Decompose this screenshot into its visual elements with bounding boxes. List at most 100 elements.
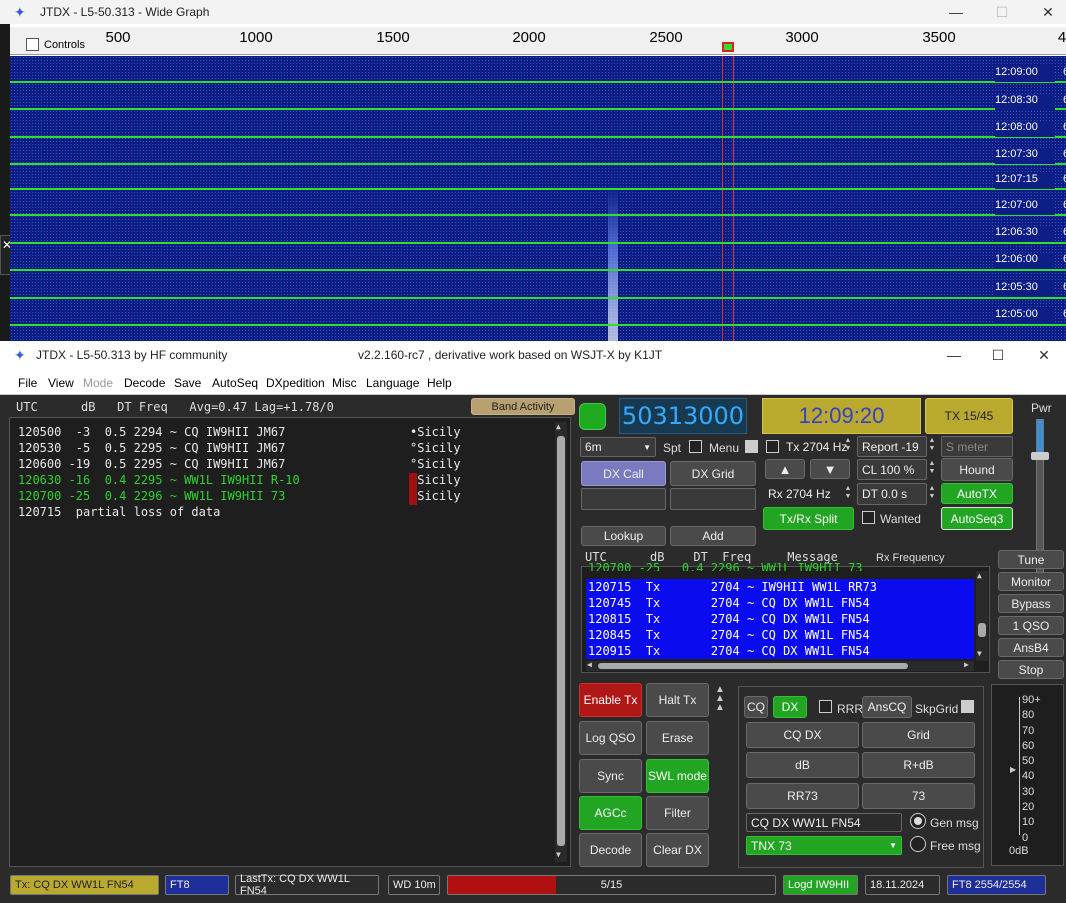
report-field[interactable]: Report -19 bbox=[857, 436, 927, 457]
dx-grid-button[interactable]: DX Grid bbox=[670, 461, 756, 486]
decode-row[interactable]: 120530 -5 0.5 2295 ~ CQ IW9HII JM67 °Sici… bbox=[18, 441, 461, 455]
gen-msg-radio[interactable] bbox=[910, 813, 926, 829]
free-msg-select[interactable]: TNX 73 ▼ bbox=[746, 836, 902, 855]
clear-dx-button[interactable]: Clear DX bbox=[646, 833, 709, 867]
menu-checkbox[interactable] bbox=[745, 440, 758, 453]
stop-button[interactable]: Stop bbox=[998, 660, 1064, 679]
tx-lock-checkbox[interactable] bbox=[766, 440, 779, 453]
dx-call-button[interactable]: DX Call bbox=[581, 461, 666, 486]
menu-mode[interactable]: Mode bbox=[83, 376, 113, 390]
tx-row[interactable]: 120715 Tx 2704 ~ IW9HII WW1L RR73 bbox=[588, 580, 877, 594]
spt-checkbox[interactable] bbox=[689, 440, 702, 453]
rx-frequency-field[interactable]: Rx 2704 Hz bbox=[764, 483, 850, 505]
up-arrow-button[interactable]: ▲ bbox=[765, 459, 805, 479]
bypass-button[interactable]: Bypass bbox=[998, 594, 1064, 613]
scroll-left-icon[interactable]: ◀ bbox=[587, 660, 592, 669]
hound-button[interactable]: Hound bbox=[941, 458, 1013, 481]
cl-spinner[interactable]: ▲ ▼ bbox=[926, 460, 938, 476]
controls-checkbox[interactable] bbox=[26, 38, 39, 51]
power-handle[interactable] bbox=[1031, 452, 1049, 460]
cl-field[interactable]: CL 100 % bbox=[857, 459, 927, 480]
gen-msg-field[interactable]: CQ DX WW1L FN54 bbox=[746, 813, 902, 832]
r-db-button[interactable]: R+dB bbox=[862, 752, 975, 778]
decode-row[interactable]: 120630 -16 0.4 2295 ~ WW1L IW9HII R-10 •S… bbox=[18, 473, 461, 487]
tx-row[interactable]: 120845 Tx 2704 ~ CQ DX WW1L FN54 bbox=[588, 628, 870, 642]
log-qso-button[interactable]: Log QSO bbox=[579, 721, 642, 755]
frequency-scale[interactable]: Controls 500 1000 1500 2000 2500 3000 35… bbox=[10, 27, 1066, 55]
decode-row[interactable]: 120700 -25 0.4 2296 ~ WW1L IW9HII 73 °Sic… bbox=[18, 489, 461, 503]
scroll-right-icon[interactable]: ▶ bbox=[964, 660, 969, 669]
scroll-down-icon[interactable]: ▼ bbox=[556, 850, 561, 859]
close-icon[interactable]: ✕ bbox=[1026, 0, 1066, 24]
monitor-button[interactable]: Monitor bbox=[998, 572, 1064, 591]
enable-tx-button[interactable]: Enable Tx bbox=[579, 683, 642, 717]
scroll-up-icon[interactable]: ▲ bbox=[977, 571, 982, 580]
dx-call-input[interactable] bbox=[581, 488, 666, 510]
decode-row[interactable]: 120500 -3 0.5 2294 ~ CQ IW9HII JM67 •Sici… bbox=[18, 425, 461, 439]
tx-row[interactable]: 120915 Tx 2704 ~ CQ DX WW1L FN54 bbox=[588, 644, 870, 658]
lookup-button[interactable]: Lookup bbox=[581, 526, 666, 546]
down-arrow-button[interactable]: ▼ bbox=[810, 459, 850, 479]
waterfall-display[interactable]: 12:09:006m 12:08:306m 12:08:006m 12:07:3… bbox=[10, 56, 1066, 345]
autotx-button[interactable]: AutoTX bbox=[941, 483, 1013, 504]
tx-frequency-marker[interactable] bbox=[722, 42, 734, 52]
dt-field[interactable]: DT 0.0 s bbox=[857, 483, 927, 505]
anscq-button[interactable]: AnsCQ bbox=[862, 696, 912, 718]
report-spinner[interactable]: ▲ ▼ bbox=[926, 437, 938, 453]
minimize-icon[interactable]: — bbox=[932, 343, 976, 367]
dial-frequency[interactable]: 50313000 bbox=[619, 398, 747, 434]
sync-button[interactable]: Sync bbox=[579, 759, 642, 793]
band-select[interactable]: 6m ▼ bbox=[580, 437, 656, 457]
tab-arrows-icon[interactable]: ▲ ▲ ▲ bbox=[715, 685, 725, 713]
maximize-icon[interactable]: ☐ bbox=[976, 343, 1020, 367]
autoseq3-button[interactable]: AutoSeq3 bbox=[941, 507, 1013, 530]
swl-mode-button[interactable]: SWL mode bbox=[646, 759, 709, 793]
tx-counter[interactable]: TX 15/45 bbox=[925, 398, 1013, 434]
txrx-split-button[interactable]: Tx/Rx Split bbox=[763, 507, 854, 530]
ansb4-button[interactable]: AnsB4 bbox=[998, 638, 1064, 657]
db-button[interactable]: dB bbox=[746, 752, 859, 778]
tx-frequency-field[interactable]: Tx 2704 Hz bbox=[782, 436, 850, 457]
menu-misc[interactable]: Misc bbox=[332, 376, 357, 390]
close-icon[interactable]: ✕ bbox=[1022, 343, 1066, 367]
scrollbar-thumb[interactable] bbox=[557, 436, 565, 846]
tune-button[interactable]: Tune bbox=[998, 550, 1064, 569]
menu-save[interactable]: Save bbox=[174, 376, 201, 390]
band-scrollbar[interactable]: ▲ ▼ bbox=[555, 422, 567, 862]
rr73-button[interactable]: RR73 bbox=[746, 783, 859, 809]
agcc-button[interactable]: AGCc bbox=[579, 796, 642, 830]
tx-freq-spinner[interactable]: ▲ ▼ bbox=[842, 437, 854, 453]
cq-button[interactable]: CQ bbox=[744, 696, 768, 718]
scrollbar-thumb[interactable] bbox=[598, 663, 908, 669]
band-activity-panel[interactable]: 120500 -3 0.5 2294 ~ CQ IW9HII JM67 •Sici… bbox=[9, 417, 571, 867]
menu-decode[interactable]: Decode bbox=[124, 376, 165, 390]
s-meter-field[interactable]: S meter bbox=[941, 436, 1013, 457]
menu-view[interactable]: View bbox=[48, 376, 74, 390]
rx-frequency-panel[interactable]: 120700 -25 0.4 2296 ~ WW1L IW9HII 73 120… bbox=[581, 561, 990, 673]
scrollbar-thumb[interactable] bbox=[978, 623, 986, 637]
dt-spinner[interactable]: ▲ ▼ bbox=[926, 485, 938, 501]
grid-button[interactable]: Grid bbox=[862, 722, 975, 748]
menu-language[interactable]: Language bbox=[366, 376, 419, 390]
scroll-down-icon[interactable]: ▼ bbox=[977, 649, 982, 658]
menu-file[interactable]: File bbox=[18, 376, 37, 390]
cq-dx-button[interactable]: CQ DX bbox=[746, 722, 859, 748]
minimize-icon[interactable]: — bbox=[934, 0, 978, 24]
dx-grid-input[interactable] bbox=[670, 488, 756, 510]
menu-autoseq[interactable]: AutoSeq bbox=[212, 376, 258, 390]
rx-horizontal-scrollbar[interactable]: ◀ ▶ bbox=[586, 660, 974, 671]
rx-vertical-scrollbar[interactable]: ▲ ▼ bbox=[976, 571, 988, 661]
erase-button[interactable]: Erase bbox=[646, 721, 709, 755]
decode-row[interactable]: 120715 partial loss of data bbox=[18, 505, 220, 519]
tx-row[interactable]: 120815 Tx 2704 ~ CQ DX WW1L FN54 bbox=[588, 612, 870, 626]
tx-row[interactable]: 120745 Tx 2704 ~ CQ DX WW1L FN54 bbox=[588, 596, 870, 610]
dx-button[interactable]: DX bbox=[773, 696, 807, 718]
scroll-up-icon[interactable]: ▲ bbox=[556, 422, 561, 431]
decode-button[interactable]: Decode bbox=[579, 833, 642, 867]
73-button[interactable]: 73 bbox=[862, 783, 975, 809]
wanted-checkbox[interactable] bbox=[862, 511, 875, 524]
maximize-icon[interactable]: ☐ bbox=[980, 0, 1024, 24]
menu-dxpedition[interactable]: DXpedition bbox=[266, 376, 325, 390]
rrr-checkbox[interactable] bbox=[819, 700, 832, 713]
rx-freq-spinner[interactable]: ▲ ▼ bbox=[842, 485, 854, 501]
